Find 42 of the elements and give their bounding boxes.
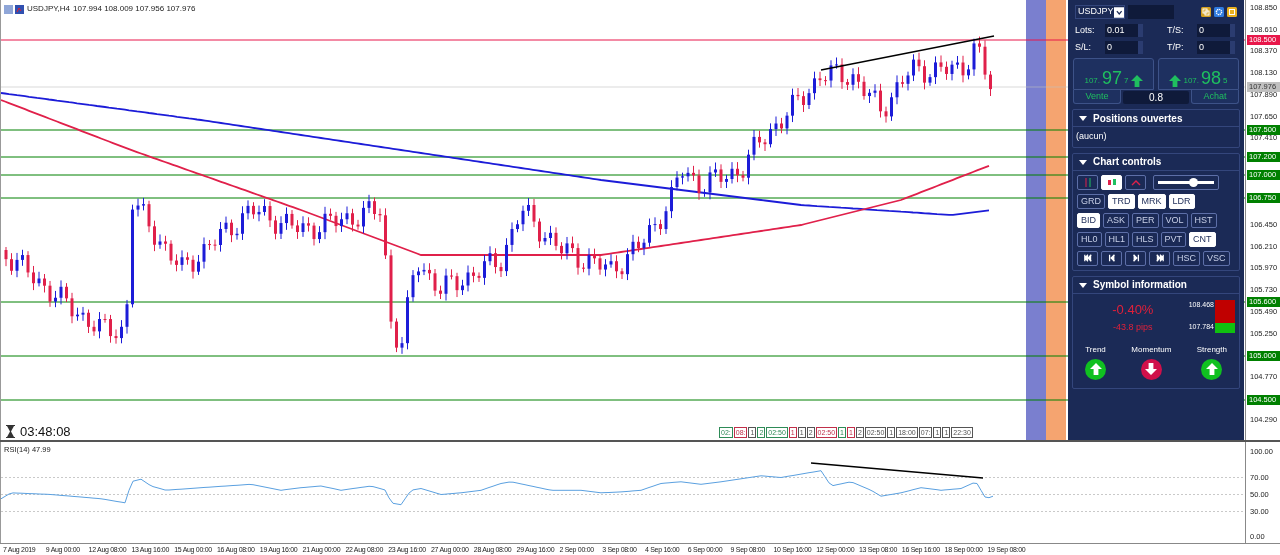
toggle-button[interactable]: TRD	[1108, 193, 1135, 209]
indicator-label: Momentum	[1131, 343, 1172, 356]
section-title: Symbol information	[1093, 278, 1187, 292]
sell-button[interactable]: 107.97 7	[1073, 58, 1154, 90]
toggle-button[interactable]: PVT	[1160, 231, 1187, 247]
pips-change: -43.8 pips	[1113, 321, 1153, 334]
section-title: Positions ouvertes	[1093, 111, 1183, 126]
countdown-timer: 03:48:08	[20, 423, 71, 441]
side-label: Achat	[1191, 90, 1239, 104]
toggle-button[interactable]: PER	[1132, 212, 1159, 228]
toggle-button[interactable]: HL1	[1104, 231, 1130, 247]
field-label: Lots:	[1075, 24, 1096, 37]
toggle-button[interactable]: HSC	[1173, 250, 1200, 266]
toggle-button[interactable]: BID	[1077, 212, 1100, 228]
indicator-label: Strength	[1196, 343, 1227, 356]
field-label: T/S:	[1167, 24, 1185, 37]
field-label: T/P:	[1167, 40, 1185, 54]
ohlc-values: 107.994 108.009 107.956 107.976	[73, 3, 196, 15]
toggle-button[interactable]: ASK	[1103, 212, 1130, 228]
toggle-button[interactable]: HST	[1190, 212, 1217, 228]
toggle-button[interactable]: GRD	[1077, 193, 1105, 209]
indicator-label: Trend	[1085, 343, 1106, 356]
positions-text: (aucun)	[1075, 130, 1108, 143]
spinner-field[interactable]: 0	[1105, 40, 1143, 54]
toggle-button[interactable]: CNT	[1189, 231, 1216, 247]
toggle-button[interactable]: MRK	[1137, 193, 1166, 209]
change-percent: -0.40%	[1112, 300, 1154, 319]
side-label: Vente	[1073, 90, 1121, 104]
toggle-button[interactable]: LDR	[1168, 193, 1195, 209]
chart-symbol: USDJPY,H4	[27, 3, 70, 15]
spinner-field[interactable]: 0.01	[1105, 24, 1143, 38]
toggle-button[interactable]: VOL	[1161, 212, 1188, 228]
section-title: Chart controls	[1093, 155, 1162, 169]
buy-button[interactable]: 107.98 5	[1158, 58, 1239, 90]
toggle-button[interactable]: HL0	[1077, 231, 1102, 247]
spinner-field[interactable]: 0	[1197, 24, 1235, 38]
spread-value: 0.8	[1123, 90, 1189, 104]
toggle-button[interactable]: HLS	[1132, 231, 1158, 247]
spinner-field[interactable]: 0	[1197, 40, 1235, 54]
toggle-button[interactable]: VSC	[1203, 250, 1230, 266]
symbol-dropdown[interactable]: USDJPY	[1075, 5, 1125, 19]
field-label: S/L:	[1075, 40, 1092, 54]
